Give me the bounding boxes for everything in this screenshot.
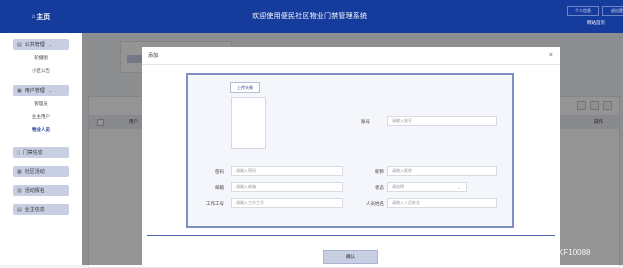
close-icon[interactable]: × xyxy=(549,52,553,59)
upload-avatar-button[interactable]: 上传头像 xyxy=(230,82,260,93)
watermark: CSDN @vx_LCXKF10088 xyxy=(497,248,591,257)
account-label: 账号 xyxy=(361,119,370,124)
menu-activity-signup[interactable]: ▥ 活动报名 xyxy=(13,185,69,196)
door-icon: ▯ xyxy=(17,149,20,156)
nickname-placeholder: 请输入昵称 xyxy=(392,168,412,173)
logout-button[interactable]: 退出登录 xyxy=(602,6,623,16)
staff-name-label: 人员姓名 xyxy=(366,201,384,206)
menu-label: 活动报名 xyxy=(24,188,45,194)
staff-name-placeholder: 请输入人员姓名 xyxy=(392,200,420,205)
dialog-title: 添加 xyxy=(148,53,159,59)
password-placeholder: 请输入密码 xyxy=(236,168,256,173)
footer-divider xyxy=(147,235,555,236)
menu-user-management[interactable]: ▣ 用户管理 ⌄ xyxy=(13,85,69,96)
email-label: 邮箱 xyxy=(215,185,224,190)
menu-item-staff[interactable]: 物业人员 xyxy=(0,122,82,135)
nickname-label: 昵称 xyxy=(375,169,384,174)
menu-community-activity[interactable]: ▦ 社区活动 xyxy=(13,166,69,177)
menu-label: 业主信息 xyxy=(24,207,45,213)
dialog-header: 添加 × xyxy=(142,47,560,65)
site-home-link[interactable]: 网站首页 xyxy=(587,20,605,26)
menu-item-carousel[interactable]: 轮播图 xyxy=(0,50,82,63)
calendar-icon: ▦ xyxy=(17,168,22,175)
menu-owner-info[interactable]: ▤ 业主信息 xyxy=(13,204,69,215)
chevron-down-icon: ⌄ xyxy=(457,184,461,190)
menu-label: 用户管理 xyxy=(24,88,45,94)
status-label: 状态 xyxy=(375,185,384,190)
list-icon: ▤ xyxy=(17,41,22,48)
brand-label: 主页 xyxy=(36,13,51,21)
chevron-down-icon: ⌄ xyxy=(48,42,53,47)
top-header: 欢迎使用便民社区物业门禁管理系统 个人信息 退出登录 网站首页 xyxy=(82,0,623,33)
page-title: 欢迎使用便民社区物业门禁管理系统 xyxy=(252,13,368,20)
menu-item-notice[interactable]: 小区公告 xyxy=(0,63,82,76)
confirm-button[interactable]: 确认 xyxy=(323,250,378,264)
password-input[interactable]: 请输入密码 xyxy=(231,166,343,176)
menu-label: 社区活动 xyxy=(24,169,45,175)
form-icon: ▥ xyxy=(17,187,22,194)
menu-group-users: ▣ 用户管理 ⌄ 管理员 业主用户 物业人员 xyxy=(0,85,82,135)
chevron-down-icon: ⌄ xyxy=(48,88,53,93)
menu-access-info[interactable]: ▯ 门禁信息 xyxy=(13,147,69,158)
email-input[interactable]: 请输入邮箱 xyxy=(231,182,343,192)
menu-group-public: ▤ 公共管理 ⌄ 轮播图 小区公告 xyxy=(0,39,82,76)
password-label: 密码 xyxy=(215,169,224,174)
profile-button[interactable]: 个人信息 xyxy=(567,6,599,16)
id-card-icon: ▤ xyxy=(17,206,22,213)
user-icon: ▣ xyxy=(17,87,22,94)
menu-item-admin[interactable]: 管理员 xyxy=(0,96,82,109)
menu-label: 门禁信息 xyxy=(22,150,43,156)
account-input[interactable]: 请输入账号 xyxy=(387,116,497,126)
home-icon: ⌂ xyxy=(31,13,36,20)
staff-name-input[interactable]: 请输入人员姓名 xyxy=(387,198,497,208)
add-dialog: 添加 × 上传头像 账号 请输入账号 密码 请输入密码 昵称 请输入昵称 邮箱 … xyxy=(142,47,560,265)
status-placeholder: 请选择 xyxy=(392,184,404,189)
menu-public-management[interactable]: ▤ 公共管理 ⌄ xyxy=(13,39,69,50)
account-placeholder: 请输入账号 xyxy=(392,118,412,123)
nickname-input[interactable]: 请输入昵称 xyxy=(387,166,497,176)
avatar-preview xyxy=(231,97,266,149)
email-placeholder: 请输入邮箱 xyxy=(236,184,256,189)
menu-item-owner-user[interactable]: 业主用户 xyxy=(0,109,82,122)
menu-label: 公共管理 xyxy=(24,42,45,48)
sidebar: ⌂ 主页 ▤ 公共管理 ⌄ 轮播图 小区公告 ▣ 用户管理 ⌄ 管理员 业主用户… xyxy=(0,0,83,265)
home-link[interactable]: ⌂ 主页 xyxy=(0,0,82,33)
work-no-label: 工作工号 xyxy=(206,201,224,206)
add-form: 上传头像 账号 请输入账号 密码 请输入密码 昵称 请输入昵称 邮箱 请输入邮箱… xyxy=(186,73,514,228)
work-no-placeholder: 请输入工作工号 xyxy=(236,200,264,205)
work-no-input[interactable]: 请输入工作工号 xyxy=(231,198,343,208)
status-select[interactable]: 请选择 ⌄ xyxy=(387,182,467,192)
